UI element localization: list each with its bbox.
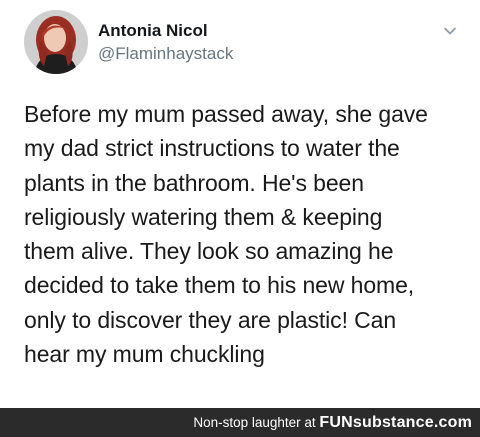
avatar[interactable] [24, 10, 88, 74]
tweet-card: Antonia Nicol @Flaminhaystack Before my … [0, 0, 480, 408]
author-name[interactable]: Antonia Nicol [98, 21, 208, 41]
brand-logo[interactable]: FUNsubstance.com [319, 414, 472, 431]
avatar-photo [24, 10, 88, 74]
footer-text: Non-stop laughter at FUNsubstance.com [193, 414, 472, 432]
author-handle[interactable]: @Flaminhaystack [98, 44, 233, 64]
watermark-footer: Non-stop laughter at FUNsubstance.com [0, 408, 480, 437]
tweet-text: Before my mum passed away, she gave my d… [24, 101, 428, 368]
footer-caption: Non-stop laughter at [193, 415, 316, 430]
brand-fun: FUN [319, 414, 353, 431]
brand-rest: substance.com [352, 414, 472, 431]
chevron-down-icon[interactable] [443, 24, 457, 38]
